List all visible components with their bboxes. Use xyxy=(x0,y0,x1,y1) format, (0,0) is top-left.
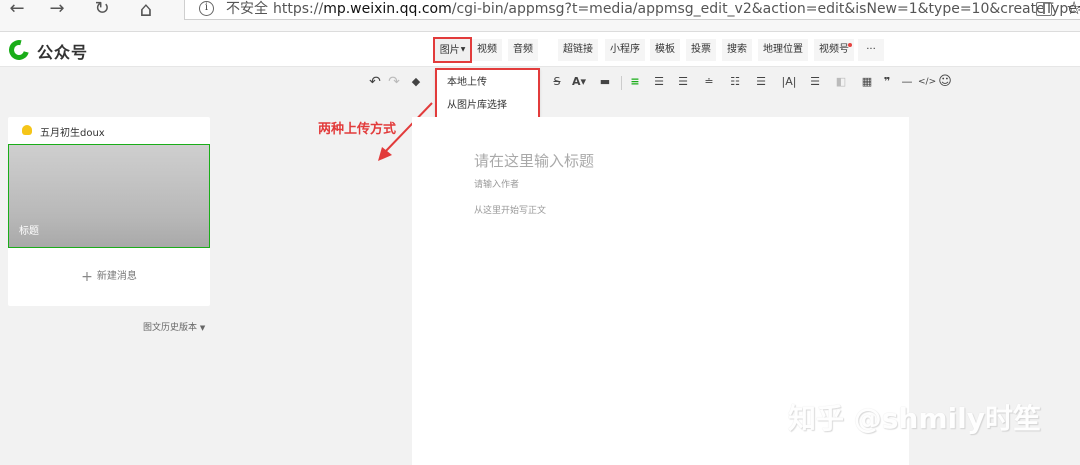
author-input[interactable]: 请输入作者 xyxy=(474,177,519,190)
favorite-star-icon[interactable]: ☆ xyxy=(1066,0,1080,19)
local-upload-option[interactable]: 本地上传 xyxy=(447,73,487,88)
account-name: 五月初生doux xyxy=(40,128,105,139)
insert-search-label: 搜索 xyxy=(727,44,747,55)
account-avatar-icon xyxy=(22,125,32,135)
article-list-panel: 五月初生doux 标题 + 新建消息 xyxy=(8,117,210,306)
clear-format-icon[interactable]: ◧ xyxy=(832,74,850,90)
image-upload-dropdown: 本地上传 从图片库选择 xyxy=(435,68,540,119)
background-color-glyph: ▬ xyxy=(599,75,611,88)
caret-down-icon: ▼ xyxy=(460,46,466,53)
insert-video-label: 视频 xyxy=(477,44,497,55)
align-center-icon[interactable]: ☰ xyxy=(674,74,692,90)
reading-view-icon[interactable] xyxy=(1036,2,1052,16)
home-icon[interactable]: ⌂ xyxy=(131,0,161,20)
refresh-icon[interactable]: ↻ xyxy=(87,0,117,20)
caret-down-icon: ▼ xyxy=(199,324,206,332)
code-icon[interactable]: </> xyxy=(918,74,936,90)
insert-link-label: 超链接 xyxy=(563,44,593,55)
forward-icon[interactable]: → xyxy=(42,0,72,20)
format-painter-icon[interactable]: ◆ xyxy=(409,74,423,90)
new-dot-badge xyxy=(848,43,852,47)
back-icon[interactable]: ← xyxy=(2,0,32,20)
toolbar-divider xyxy=(621,76,622,90)
insert-template-tab[interactable]: 模板 xyxy=(650,39,680,61)
insert-video-tab[interactable]: 视频 xyxy=(472,39,502,61)
insert-image-label: 图片 xyxy=(439,45,460,56)
insert-image-tab[interactable]: 图片▼ xyxy=(433,37,472,63)
font-color-icon[interactable]: A▾ xyxy=(570,74,588,90)
table-icon[interactable]: ▦ xyxy=(860,74,874,90)
account-row[interactable]: 五月初生doux xyxy=(8,117,210,144)
more-tab[interactable]: ··· xyxy=(858,39,884,61)
quote-icon[interactable]: ❞ xyxy=(880,74,894,90)
undo-icon[interactable]: ↶ xyxy=(368,74,382,90)
history-versions-button[interactable]: 图文历史版本 ▼ xyxy=(143,320,205,333)
wechat-mp-logo-icon[interactable] xyxy=(5,36,33,64)
insert-search-tab[interactable]: 搜索 xyxy=(722,39,752,61)
info-icon[interactable]: i xyxy=(199,1,214,16)
plus-icon: + xyxy=(81,269,93,285)
letter-spacing-icon[interactable]: |A| xyxy=(779,74,799,90)
history-label: 图文历史版本 xyxy=(143,323,198,333)
url-text[interactable]: https://mp.weixin.qq.com/cgi-bin/appmsg?… xyxy=(273,0,1080,18)
browser-toolbar: ← → ↻ ⌂ i 不安全 https://mp.weixin.qq.com/c… xyxy=(0,0,1080,32)
cover-title: 标题 xyxy=(19,226,39,237)
insert-vote-label: 投票 xyxy=(691,44,711,55)
line-height-icon[interactable]: ☷ xyxy=(726,74,744,90)
indent-icon[interactable]: ☰ xyxy=(652,74,666,90)
font-color-glyph: A xyxy=(571,75,581,88)
redo-icon[interactable]: ↷ xyxy=(387,74,401,90)
insert-template-label: 模板 xyxy=(655,44,675,55)
more-label: ··· xyxy=(866,44,876,55)
new-message-label: 新建消息 xyxy=(96,271,137,282)
title-input[interactable]: 请在这里输入标题 xyxy=(474,150,594,171)
strikethrough-icon[interactable]: S xyxy=(551,74,563,90)
insert-channels-label: 视频号 xyxy=(819,44,849,55)
zhihu-watermark: 知乎 @shmily时笙 xyxy=(788,402,1041,435)
insert-miniprogram-tab[interactable]: 小程序 xyxy=(605,39,645,61)
new-message-button[interactable]: + 新建消息 xyxy=(8,267,210,285)
url-prefix: https:// xyxy=(273,1,324,17)
insecure-label: 不安全 xyxy=(226,1,268,17)
app-header: 公众号 图片▼ 视频 音频 超链接 小程序 模板 投票 搜索 地理位置 视频号 … xyxy=(0,32,1080,67)
url-path: /cgi-bin/appmsg?t=media/appmsg_edit_v2&a… xyxy=(451,1,1080,17)
horizontal-rule-icon[interactable]: — xyxy=(900,74,914,90)
align-left-icon[interactable]: ≡ xyxy=(627,74,643,90)
insert-location-tab[interactable]: 地理位置 xyxy=(758,39,808,61)
body-editor[interactable]: 从这里开始写正文 xyxy=(474,203,546,216)
article-cover-card[interactable]: 标题 xyxy=(8,144,210,248)
insert-audio-label: 音频 xyxy=(513,44,533,55)
image-library-option[interactable]: 从图片库选择 xyxy=(447,96,507,111)
insert-miniprogram-label: 小程序 xyxy=(610,44,640,55)
address-bar[interactable]: i 不安全 https://mp.weixin.qq.com/cgi-bin/a… xyxy=(184,0,1080,20)
vertical-align-icon[interactable]: ≐ xyxy=(700,74,718,90)
paragraph-spacing-icon[interactable]: ☰ xyxy=(752,74,770,90)
insert-channels-tab[interactable]: 视频号 xyxy=(814,39,854,61)
brand-title[interactable]: 公众号 xyxy=(37,39,88,63)
insert-audio-tab[interactable]: 音频 xyxy=(508,39,538,61)
format-toolbar: ↶ ↷ ◆ S A▾ ▬ ≡ ☰ ☰ ≐ ☷ ☰ |A| ☰ ◧ ▦ ❞ — <… xyxy=(0,68,1080,96)
background-color-icon[interactable]: ▬ xyxy=(596,74,614,90)
insert-link-tab[interactable]: 超链接 xyxy=(558,39,598,61)
url-host: mp.weixin.qq.com xyxy=(323,1,452,17)
insert-vote-tab[interactable]: 投票 xyxy=(686,39,716,61)
emoji-icon[interactable]: ☺ xyxy=(938,74,952,90)
insert-location-label: 地理位置 xyxy=(763,44,803,55)
list-icon[interactable]: ☰ xyxy=(806,74,824,90)
